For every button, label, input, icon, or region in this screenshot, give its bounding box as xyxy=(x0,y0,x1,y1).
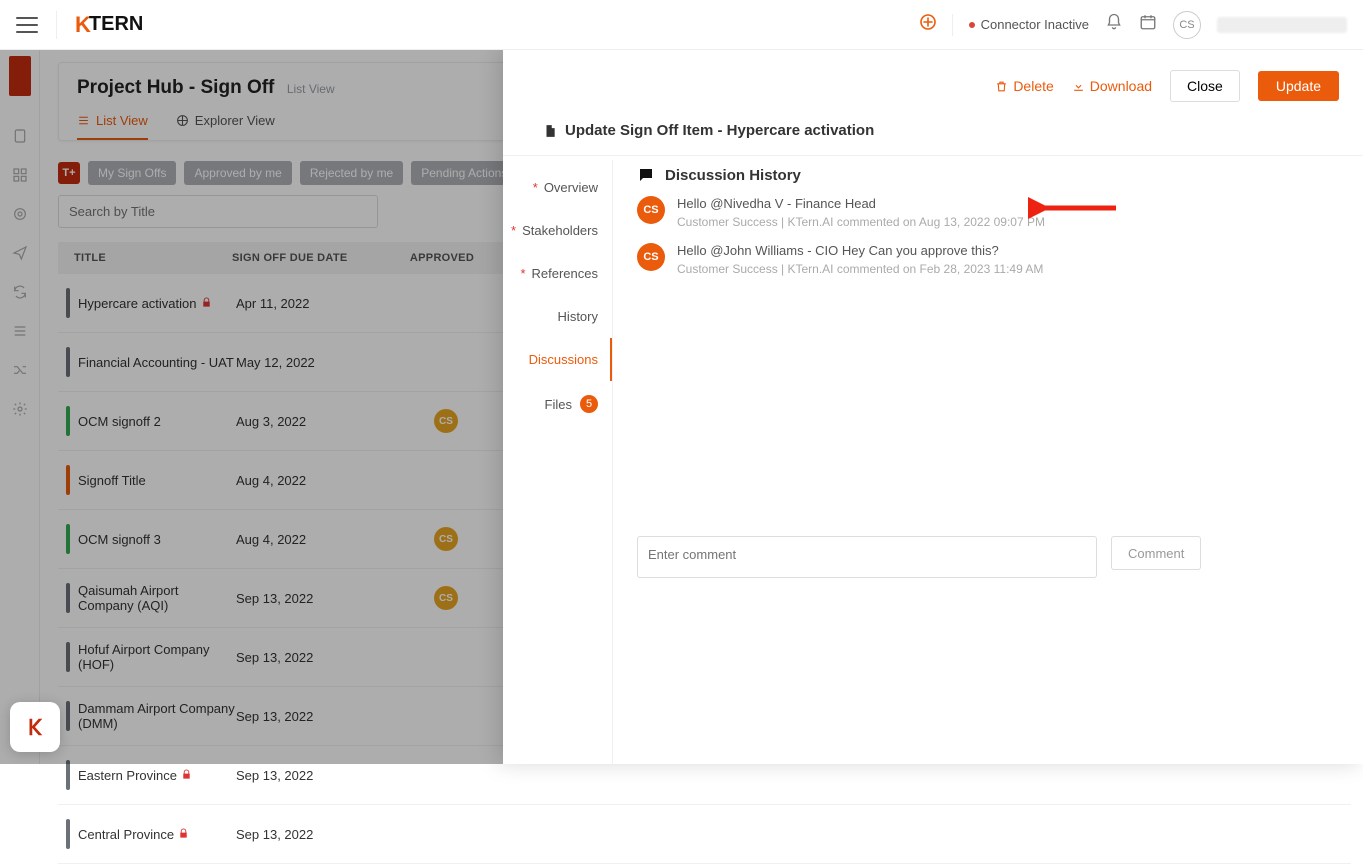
app-logo[interactable]: KTERN xyxy=(75,12,143,38)
plus-circle-icon[interactable] xyxy=(920,14,936,35)
comment-input[interactable] xyxy=(637,536,1097,578)
comment-meta: Customer Success | KTern.AI commented on… xyxy=(677,215,1045,229)
panel-actions: Delete Download Close Update xyxy=(503,50,1363,112)
delete-link[interactable]: Delete xyxy=(995,78,1053,94)
comment-avatar: CS xyxy=(637,243,665,271)
discussion-content: Discussion History CS Hello @Nivedha V - … xyxy=(613,160,1363,764)
tab-discussions[interactable]: Discussions xyxy=(503,338,612,381)
files-count-badge: 5 xyxy=(580,395,598,413)
user-avatar[interactable]: CS xyxy=(1173,11,1201,39)
discussion-header: Discussion History xyxy=(637,166,1339,184)
topbar: KTERN Connector Inactive CS xyxy=(0,0,1363,50)
document-icon xyxy=(543,124,557,138)
comment-message: Hello @Nivedha V - Finance Head xyxy=(677,196,1045,211)
separator xyxy=(952,14,953,36)
close-button[interactable]: Close xyxy=(1170,70,1240,102)
floating-launcher[interactable] xyxy=(10,702,60,752)
calendar-icon[interactable] xyxy=(1139,13,1157,36)
tab-overview[interactable]: *Overview xyxy=(503,166,612,209)
tab-files[interactable]: Files5 xyxy=(503,381,612,427)
separator xyxy=(56,11,57,39)
slide-panel: Delete Download Close Update Update Sign… xyxy=(503,50,1363,764)
row-due: Sep 13, 2022 xyxy=(236,827,386,842)
comment-item: CS Hello @John Williams - CIO Hey Can you… xyxy=(637,243,1339,276)
connector-status[interactable]: Connector Inactive xyxy=(969,17,1089,32)
lock-icon xyxy=(181,769,192,783)
row-due: Sep 13, 2022 xyxy=(236,768,386,783)
download-link[interactable]: Download xyxy=(1072,78,1152,94)
row-title: Central Province xyxy=(76,827,236,842)
panel-side-tabs: *Overview *Stakeholders *References Hist… xyxy=(503,160,613,764)
panel-body: *Overview *Stakeholders *References Hist… xyxy=(503,160,1363,764)
status-dot-icon xyxy=(969,22,975,28)
comment-message: Hello @John Williams - CIO Hey Can you a… xyxy=(677,243,1043,258)
row-status-bar xyxy=(66,760,70,790)
tab-stakeholders[interactable]: *Stakeholders xyxy=(503,209,612,252)
table-row[interactable]: Central ProvinceSep 13, 2022 xyxy=(58,805,1351,864)
ktern-k-icon xyxy=(24,716,46,738)
tab-history[interactable]: History xyxy=(503,295,612,338)
connector-label: Connector Inactive xyxy=(981,17,1089,32)
bell-icon[interactable] xyxy=(1105,13,1123,36)
hamburger-menu-icon[interactable] xyxy=(16,17,38,33)
tab-references[interactable]: *References xyxy=(503,252,612,295)
lock-icon xyxy=(178,828,189,842)
speech-bubble-icon xyxy=(637,166,655,184)
comment-button[interactable]: Comment xyxy=(1111,536,1201,570)
comment-avatar: CS xyxy=(637,196,665,224)
update-button[interactable]: Update xyxy=(1258,71,1339,101)
row-status-bar xyxy=(66,819,70,849)
comment-meta: Customer Success | KTern.AI commented on… xyxy=(677,262,1043,276)
comment-compose: Comment xyxy=(637,536,1339,578)
user-name-redacted xyxy=(1217,17,1347,33)
comment-item: CS Hello @Nivedha V - Finance Head Custome… xyxy=(637,196,1339,229)
logo-text: TERN xyxy=(89,13,143,36)
row-title: Eastern Province xyxy=(76,768,236,783)
panel-title: Update Sign Off Item - Hypercare activat… xyxy=(503,112,1363,156)
